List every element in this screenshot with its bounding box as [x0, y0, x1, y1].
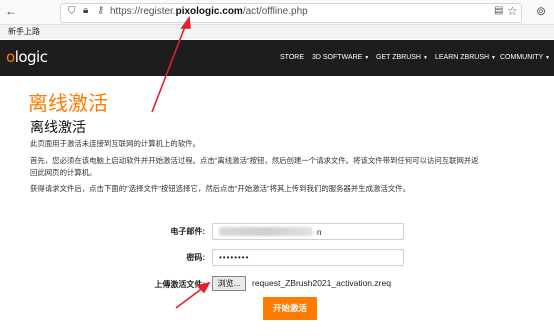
arrow-to-browse [175, 286, 205, 309]
arrow-to-url [151, 23, 187, 113]
annotation-arrows [151, 15, 211, 309]
arrow-head-url [180, 15, 191, 29]
